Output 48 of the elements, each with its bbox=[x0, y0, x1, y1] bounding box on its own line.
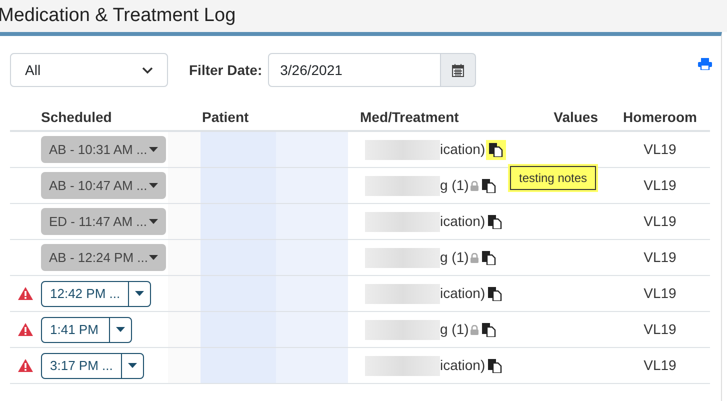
column-header: Scheduled bbox=[41, 109, 112, 125]
homeroom-text: VL19 bbox=[644, 249, 676, 265]
med-text: g (1) bbox=[440, 248, 469, 267]
scheduled-time-button[interactable]: AB - 10:47 AM ... bbox=[41, 172, 166, 199]
scheduled-time-button[interactable]: 1:41 PM bbox=[41, 316, 132, 342]
homeroom-text: VL19 bbox=[644, 285, 676, 301]
med-text: ication) bbox=[440, 212, 486, 231]
calendar-icon bbox=[452, 64, 464, 76]
filter-date-label: Filter Date: bbox=[189, 60, 262, 80]
tooltip: testing notes bbox=[508, 164, 598, 192]
caret-down-icon bbox=[149, 219, 158, 224]
med-text: ication) bbox=[440, 140, 486, 159]
column-header: Med/Treatment bbox=[360, 109, 459, 125]
caret-down-icon bbox=[149, 147, 158, 152]
scheduled-time-button[interactable]: 3:17 PM ... bbox=[41, 352, 144, 378]
homeroom-text: VL19 bbox=[644, 321, 676, 337]
column-header: Homeroom bbox=[623, 109, 697, 125]
med-text: ication) bbox=[440, 284, 486, 303]
notes-icon[interactable] bbox=[482, 322, 496, 336]
caret-down-icon bbox=[135, 291, 144, 296]
column-header: Values bbox=[554, 109, 598, 125]
notes-icon[interactable] bbox=[488, 286, 502, 300]
chevron-down-icon bbox=[142, 66, 153, 74]
notes-icon[interactable] bbox=[486, 140, 506, 160]
type-select[interactable]: All bbox=[10, 53, 168, 87]
notes-icon[interactable] bbox=[482, 250, 496, 264]
notes-icon[interactable] bbox=[488, 358, 502, 372]
scheduled-time-button[interactable]: AB - 12:24 PM ... bbox=[41, 244, 166, 271]
homeroom-text: VL19 bbox=[644, 141, 676, 157]
med-text: g (1) bbox=[440, 176, 469, 195]
notes-icon[interactable] bbox=[488, 214, 502, 228]
homeroom-text: VL19 bbox=[644, 177, 676, 193]
homeroom-text: VL19 bbox=[644, 357, 676, 373]
caret-down-icon bbox=[128, 363, 137, 368]
scheduled-time-button[interactable]: ED - 11:47 AM ... bbox=[41, 208, 166, 235]
homeroom-text: VL19 bbox=[644, 213, 676, 229]
scheduled-time-button[interactable]: AB - 10:31 AM ... bbox=[41, 136, 166, 163]
printer-icon[interactable] bbox=[698, 58, 712, 70]
date-field[interactable]: 3/26/2021 bbox=[268, 53, 442, 87]
calendar-button[interactable] bbox=[441, 53, 476, 87]
caret-down-icon bbox=[149, 183, 158, 188]
scheduled-time-button[interactable]: 12:42 PM ... bbox=[41, 280, 152, 306]
caret-down-icon bbox=[149, 255, 158, 260]
med-text: ication) bbox=[440, 356, 486, 375]
column-header: Patient bbox=[202, 109, 249, 125]
med-text: g (1) bbox=[440, 320, 469, 339]
notes-icon[interactable] bbox=[482, 178, 496, 192]
caret-down-icon bbox=[116, 327, 125, 332]
